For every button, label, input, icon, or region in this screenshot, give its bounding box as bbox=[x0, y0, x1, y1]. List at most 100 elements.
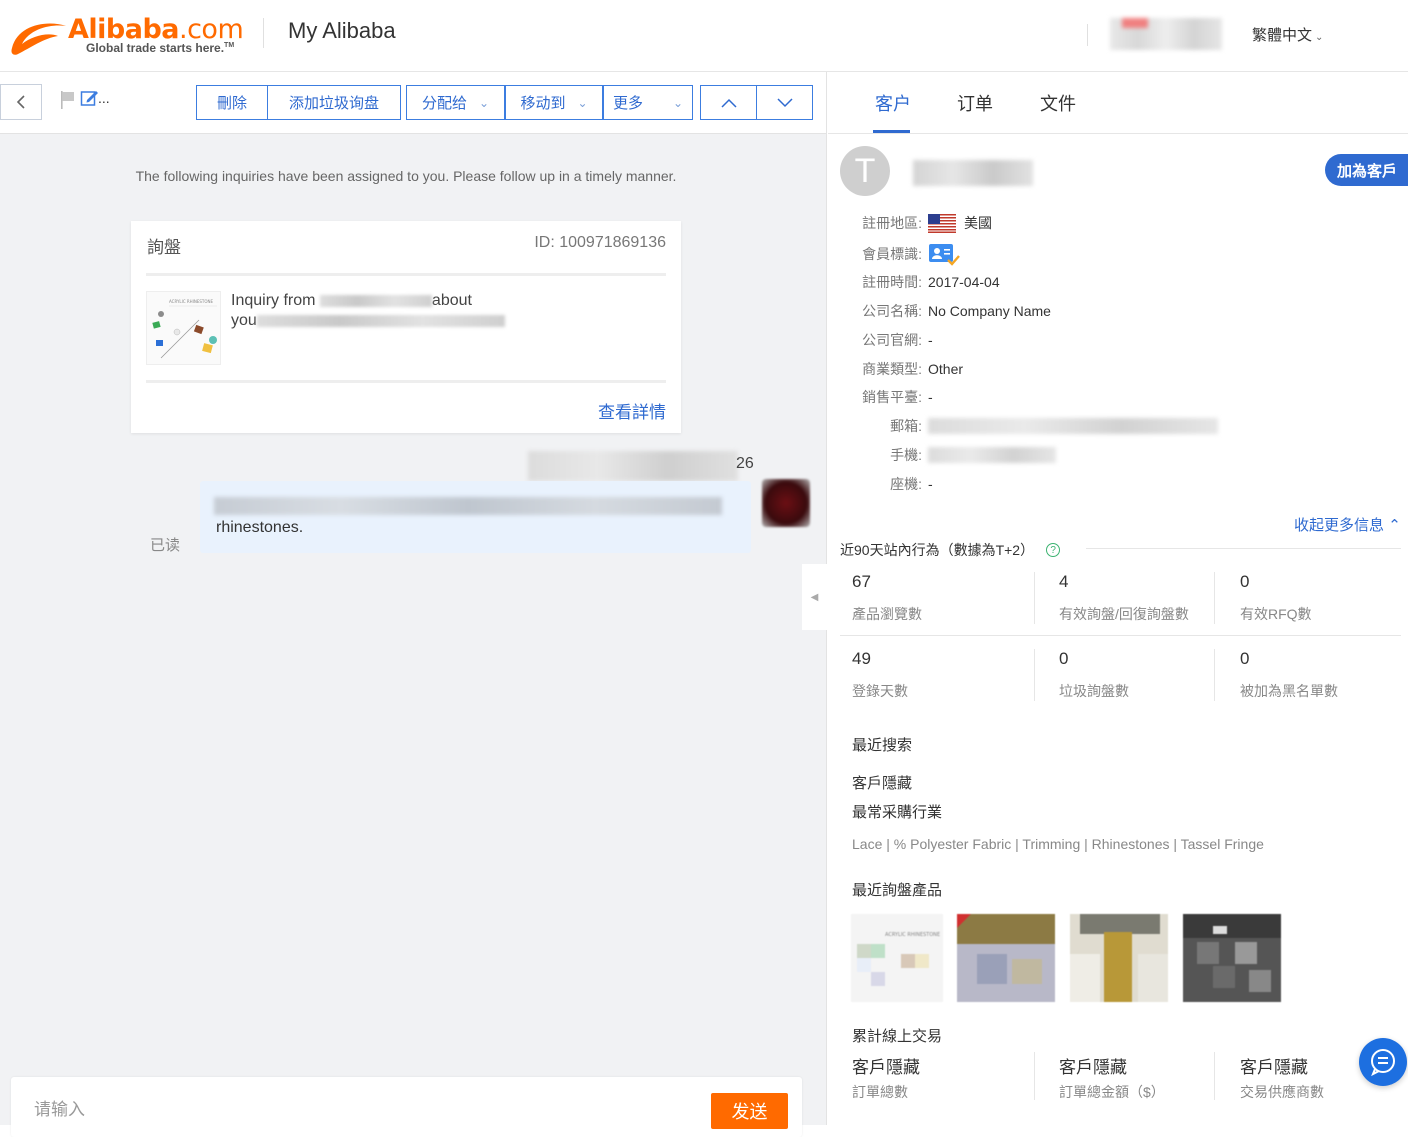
divider bbox=[1086, 548, 1401, 549]
add-spam-button[interactable]: 添加垃圾询盘 bbox=[268, 86, 400, 119]
thumb-caption: ACRYLIC RHINESTONE bbox=[885, 932, 940, 938]
company-label: 公司名稱: bbox=[862, 303, 922, 319]
message-text: rhinestones. bbox=[216, 519, 304, 536]
reg-time-value: 2017-04-04 bbox=[928, 274, 1000, 290]
active-tab-indicator bbox=[873, 130, 910, 133]
help-icon[interactable]: ? bbox=[1046, 543, 1061, 557]
region-value: 美國 bbox=[964, 215, 992, 231]
industry-tags: Lace | % Polyester Fabric | Trimming | R… bbox=[852, 836, 1264, 852]
blurred-message-time bbox=[528, 451, 738, 481]
back-button[interactable] bbox=[0, 84, 42, 120]
inquiry-summary-from: Inquiry from bbox=[231, 292, 316, 309]
field-business-type: 商業類型: Other bbox=[828, 358, 963, 380]
website-label: 公司官網: bbox=[862, 332, 922, 348]
more-label: 更多 bbox=[612, 95, 643, 112]
recent-product-thumb[interactable] bbox=[1183, 914, 1281, 1002]
recent-product-thumb[interactable] bbox=[957, 914, 1055, 1002]
activity-section-title: 近90天站內行為（數據為T+2） ? bbox=[840, 540, 1061, 560]
divider bbox=[146, 273, 666, 276]
collapse-more-info-link[interactable]: 收起更多信息 ⌃ bbox=[1294, 514, 1401, 535]
delete-button[interactable]: 刪除 bbox=[197, 86, 268, 119]
product-thumbnail[interactable]: ACRYLIC RHINESTONE bbox=[146, 291, 221, 365]
cumulative-orders: 客戶隱藏 訂單總數 bbox=[852, 1053, 920, 1102]
stat-value: 4 bbox=[1059, 572, 1069, 591]
message-bubble: rhinestones. bbox=[200, 481, 751, 553]
message-time-suffix: 26 bbox=[736, 455, 754, 472]
verified-member-icon[interactable] bbox=[928, 242, 960, 266]
company-value: No Company Name bbox=[928, 303, 1051, 319]
inquiry-card: 詢盤 ID: 100971869136 ACRYLIC RHINESTONE I… bbox=[131, 221, 681, 433]
assign-label: 分配给 bbox=[421, 95, 467, 112]
field-website: 公司官網: - bbox=[828, 329, 933, 351]
region-label: 註冊地區: bbox=[862, 215, 922, 231]
website-value: - bbox=[928, 332, 933, 348]
cumulative-label: 交易供應商數 bbox=[1240, 1084, 1324, 1100]
logo-tm: TM bbox=[224, 42, 235, 49]
flag-icon[interactable] bbox=[60, 90, 76, 110]
phone-label: 座機: bbox=[890, 476, 922, 492]
assign-dropdown[interactable]: 分配给 ⌄ bbox=[406, 85, 505, 120]
field-company: 公司名稱: No Company Name bbox=[828, 300, 1051, 322]
stat-valid-rfq: 0 有效RFQ數 bbox=[1240, 572, 1312, 624]
inquiry-id: ID: 100971869136 bbox=[534, 234, 666, 252]
inquiry-card-title: 詢盤 bbox=[147, 238, 181, 257]
common-industry-title: 最常采購行業 bbox=[852, 804, 943, 821]
add-customer-button[interactable]: 加為客戶 bbox=[1325, 154, 1408, 186]
blurred-message-text bbox=[214, 497, 722, 515]
inquiry-summary: Inquiry from about you bbox=[231, 291, 505, 331]
blurred-text bbox=[256, 314, 505, 327]
stat-spam-inquiries: 0 垃圾詢盤數 bbox=[1059, 649, 1129, 701]
view-details-link[interactable]: 查看詳情 bbox=[598, 398, 666, 423]
stat-valid-inquiries: 4 有效詢盤/回復詢盤數 bbox=[1059, 572, 1189, 624]
conversation-pane: ... 刪除 添加垃圾询盘 分配给 ⌄ 移动到 ⌄ 更多 ⌄ The followin… bbox=[0, 72, 827, 1137]
message-toolbar: ... 刪除 添加垃圾询盘 分配给 ⌄ 移动到 ⌄ 更多 ⌄ bbox=[0, 72, 826, 134]
recent-product-thumb[interactable]: ACRYLIC RHINESTONE bbox=[851, 914, 943, 1002]
recent-product-thumb[interactable] bbox=[1070, 914, 1168, 1002]
stat-login-days: 49 登錄天數 bbox=[852, 649, 908, 701]
user-account-blurred[interactable] bbox=[1110, 18, 1222, 50]
tab-files[interactable]: 文件 bbox=[1040, 90, 1076, 116]
chevron-left-icon bbox=[16, 95, 25, 109]
reg-time-label: 註冊時間: bbox=[862, 274, 922, 290]
us-flag-icon bbox=[928, 213, 956, 233]
more-actions-ellipsis[interactable]: ... bbox=[98, 90, 110, 106]
chat-floating-button[interactable] bbox=[1359, 1038, 1407, 1086]
tab-customer[interactable]: 客户 bbox=[875, 90, 911, 116]
delete-label: 刪除 bbox=[216, 95, 247, 112]
cumulative-value: 客戶隱藏 bbox=[852, 1058, 920, 1077]
move-to-dropdown[interactable]: 移动到 ⌄ bbox=[505, 85, 603, 120]
triangle-left-icon: ◀ bbox=[810, 591, 819, 603]
chevron-up-icon: ⌃ bbox=[1388, 517, 1401, 534]
blurred-mobile bbox=[928, 447, 1056, 463]
stat-label: 垃圾詢盤數 bbox=[1059, 683, 1129, 699]
stat-blacklisted: 0 被加為黑名單數 bbox=[1240, 649, 1338, 701]
read-status: 已读 bbox=[150, 537, 181, 554]
send-button[interactable]: 发送 bbox=[711, 1093, 788, 1129]
message-input[interactable] bbox=[34, 1095, 634, 1125]
alibaba-logo[interactable]: Alibaba.com Global trade starts here.TM bbox=[6, 12, 251, 60]
collapse-more-label: 收起更多信息 bbox=[1294, 517, 1385, 534]
customer-avatar: T bbox=[840, 146, 890, 196]
stat-value: 0 bbox=[1240, 649, 1250, 668]
more-dropdown[interactable]: 更多 ⌄ bbox=[603, 85, 693, 120]
logo-tagline: Global trade starts here. bbox=[86, 41, 225, 55]
previous-button[interactable] bbox=[701, 86, 757, 119]
chevron-down-icon: ⌄ bbox=[577, 95, 588, 110]
divider bbox=[1214, 572, 1215, 624]
next-button[interactable] bbox=[757, 86, 812, 119]
collapse-panel-handle[interactable]: ◀ bbox=[802, 564, 827, 630]
action-button-group: 刪除 添加垃圾询盘 bbox=[196, 85, 401, 120]
stat-label: 產品瀏覽數 bbox=[852, 606, 922, 622]
assignment-notice: The following inquiries have been assign… bbox=[135, 168, 677, 184]
tab-orders[interactable]: 订单 bbox=[957, 90, 993, 116]
stat-value: 49 bbox=[852, 649, 871, 668]
cumulative-label: 訂單總數 bbox=[852, 1084, 908, 1100]
chevron-down-icon: ⌄ bbox=[672, 95, 684, 110]
phone-value: - bbox=[928, 476, 933, 492]
language-selector[interactable]: 繁體中文 ⌄ bbox=[1252, 24, 1323, 45]
divider bbox=[146, 380, 666, 383]
edit-note-icon[interactable] bbox=[80, 88, 100, 108]
cumulative-title: 累計線上交易 bbox=[852, 1028, 943, 1045]
activity-title: 近90天站內行為（數據為T+2） bbox=[840, 542, 1035, 558]
alibaba-swoosh-icon bbox=[11, 23, 67, 55]
